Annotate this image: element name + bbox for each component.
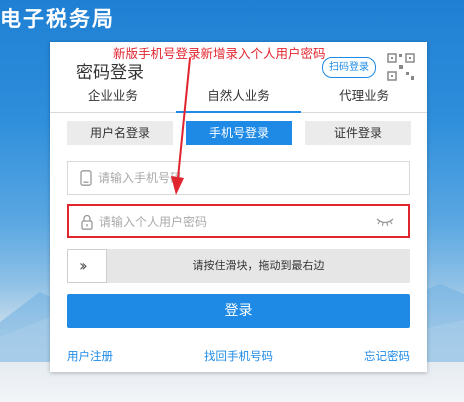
tab-enterprise[interactable]: 企业业务: [50, 84, 176, 112]
subtab-phone[interactable]: 手机号登录: [186, 121, 292, 145]
site-title: 电子税务局: [0, 7, 115, 31]
business-tabs: 企业业务 自然人业务 代理业务: [50, 84, 427, 113]
login-method-tabs: 用户名登录 手机号登录 证件登录: [67, 121, 411, 145]
phone-icon: [80, 170, 92, 186]
forgot-password-link[interactable]: 忘记密码: [364, 348, 410, 364]
qr-code-icon[interactable]: [386, 52, 416, 82]
phone-input[interactable]: 请输入手机号码: [67, 161, 410, 195]
password-placeholder: 请输入个人用户密码: [99, 215, 208, 229]
qr-login-button[interactable]: 扫码登录: [322, 57, 376, 78]
tab-agent[interactable]: 代理业务: [301, 84, 427, 112]
subtab-certificate[interactable]: 证件登录: [305, 121, 411, 145]
tab-individual[interactable]: 自然人业务: [175, 84, 302, 113]
double-chevron-right-icon: ››: [79, 256, 88, 275]
subtab-username[interactable]: 用户名登录: [67, 121, 173, 145]
slider-handle[interactable]: ››: [67, 249, 107, 283]
register-link[interactable]: 用户注册: [67, 348, 113, 364]
recover-phone-link[interactable]: 找回手机号码: [204, 348, 273, 364]
eye-closed-icon[interactable]: [376, 217, 394, 227]
login-card: 密码登录 扫码登录 新版手机号登录新增录入个人用户密码 企业业务 自然人业务 代…: [50, 42, 427, 372]
login-button[interactable]: 登录: [67, 294, 410, 328]
password-input[interactable]: 请输入个人用户密码: [67, 204, 410, 238]
annotation-text: 新版手机号登录新增录入个人用户密码: [113, 46, 326, 61]
footer-links: 用户注册 找回手机号码 忘记密码: [67, 348, 410, 364]
slider-captcha: ›› 请按住滑块，拖动到最右边: [67, 249, 410, 283]
phone-placeholder: 请输入手机号码: [98, 171, 183, 185]
lock-icon: [81, 214, 93, 230]
slider-instruction: 请按住滑块，拖动到最右边: [192, 259, 325, 272]
